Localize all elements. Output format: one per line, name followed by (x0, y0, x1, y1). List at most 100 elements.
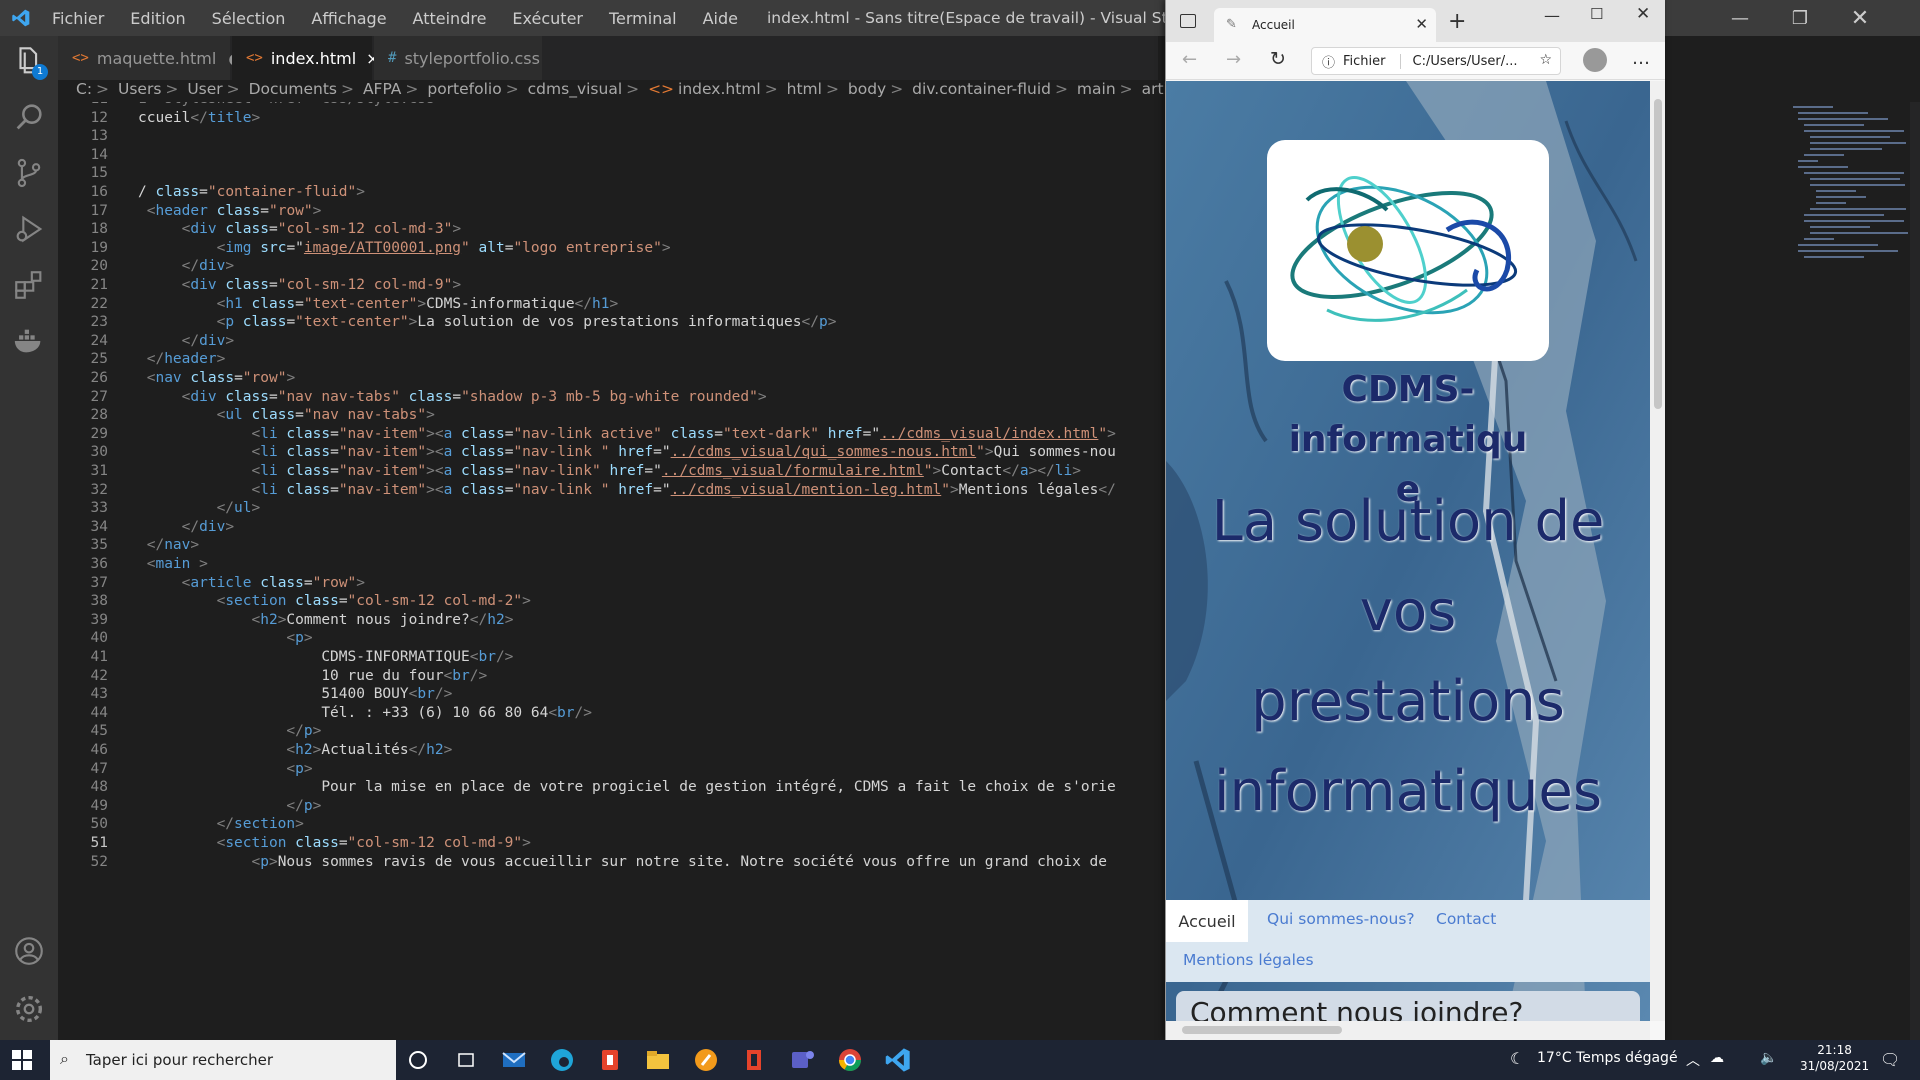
close-icon[interactable]: ✕ (1636, 4, 1650, 24)
code-line[interactable]: 30 <li class="nav-item"><a class="nav-li… (58, 443, 1158, 462)
code-line[interactable]: 37 <article class="row"> (58, 574, 1158, 593)
page-vertical-scrollbar[interactable] (1650, 81, 1665, 1021)
code-line[interactable]: 46 <h2>Actualités</h2> (58, 741, 1158, 760)
notifications-icon[interactable]: 🗨 (1880, 1050, 1900, 1069)
browser-tab-accueil[interactable]: ✎ Accueil ✕ (1214, 8, 1436, 42)
file-explorer-icon[interactable] (644, 1046, 672, 1074)
edge-browser-icon[interactable] (548, 1046, 576, 1074)
menu-aide[interactable]: Aide (703, 9, 738, 28)
editor-scrollbar[interactable] (1910, 102, 1920, 1040)
code-line[interactable]: 22 <h1 class="text-center">CDMS-informat… (58, 295, 1158, 314)
code-line[interactable]: 13 (58, 127, 1158, 146)
crumb-afpa[interactable]: AFPA (363, 80, 401, 98)
office-icon[interactable] (596, 1046, 624, 1074)
taskbar-search-box[interactable]: ⌕ Taper ici pour rechercher (50, 1040, 396, 1080)
account-icon[interactable] (12, 934, 46, 968)
clock[interactable]: 21:18 31/08/2021 (1800, 1042, 1869, 1074)
vscode-taskbar-icon[interactable] (884, 1046, 912, 1074)
nav-link-mentions-legales[interactable]: Mentions légales (1183, 951, 1314, 969)
minimap[interactable] (1790, 102, 1910, 302)
mail-icon[interactable] (500, 1046, 528, 1074)
forward-arrow-icon[interactable]: → (1226, 49, 1241, 70)
code-line[interactable]: 25 </header> (58, 350, 1158, 369)
crumb-user[interactable]: User (187, 80, 222, 98)
tab-actions-icon[interactable] (1180, 14, 1196, 28)
code-line[interactable]: 43 51400 BOUY<br/> (58, 685, 1158, 704)
weather-text[interactable]: 17°C Temps dégagé (1537, 1050, 1678, 1066)
code-line[interactable]: 16 / class="container-fluid"> (58, 183, 1158, 202)
back-arrow-icon[interactable]: ← (1182, 49, 1197, 70)
code-line[interactable]: 47 <p> (58, 760, 1158, 779)
favorites-star-icon[interactable]: ☆ (1539, 52, 1552, 68)
menu-selection[interactable]: Sélection (212, 9, 286, 28)
split-editor-icon[interactable] (1848, 48, 1868, 68)
teams-icon[interactable] (788, 1046, 816, 1074)
maximize-icon[interactable]: ☐ (1590, 5, 1603, 23)
crumb-users[interactable]: Users (118, 80, 161, 98)
code-line[interactable]: 20 </div> (58, 257, 1158, 276)
page-horizontal-scrollbar[interactable] (1166, 1021, 1650, 1040)
code-line[interactable]: 33 </ul> (58, 499, 1158, 518)
code-line[interactable]: 51 <section class="col-sm-12 col-md-9"> (58, 834, 1158, 853)
tab-maquette[interactable]: <> maquette.html ● (58, 36, 242, 80)
volume-icon[interactable]: 🔈 (1760, 1050, 1777, 1066)
search-icon[interactable] (12, 100, 46, 134)
code-line[interactable]: 17 <header class="row"> (58, 202, 1158, 221)
code-line[interactable]: 52 <p>Nous sommes ravis de vous accueill… (58, 853, 1158, 872)
network-icon[interactable]: ☁ (1710, 1050, 1724, 1066)
menu-affichage[interactable]: Affichage (311, 9, 386, 28)
code-line[interactable]: 34 </div> (58, 518, 1158, 537)
windows-start-icon[interactable] (12, 1050, 32, 1070)
settings-gear-icon[interactable] (12, 992, 46, 1026)
code-line[interactable]: 18 <div class="col-sm-12 col-md-3"> (58, 220, 1158, 239)
code-line[interactable]: 45 </p> (58, 722, 1158, 741)
menu-atteindre[interactable]: Atteindre (413, 9, 487, 28)
tab-close-icon[interactable]: ✕ (1415, 15, 1428, 33)
webpage-viewport[interactable]: CDMS-informatique La solution de vos pre… (1166, 81, 1650, 1021)
code-line[interactable]: 39 <h2>Comment nous joindre?</h2> (58, 611, 1158, 630)
refresh-icon[interactable]: ↻ (1270, 48, 1286, 70)
crumb-documents[interactable]: Documents (249, 80, 337, 98)
crumb-cdms-visual[interactable]: cdms_visual (528, 80, 622, 98)
docker-icon[interactable] (12, 324, 46, 358)
more-options-icon[interactable]: … (1632, 48, 1650, 69)
code-line[interactable]: 28 <ul class="nav nav-tabs"> (58, 406, 1158, 425)
extensions-icon[interactable] (12, 268, 46, 302)
code-line[interactable]: 41 CDMS-INFORMATIQUE<br/> (58, 648, 1158, 667)
code-line[interactable]: 26 <nav class="row"> (58, 369, 1158, 388)
minimize-icon[interactable]: — (1544, 6, 1560, 25)
code-line[interactable]: 15 (58, 164, 1158, 183)
new-tab-icon[interactable]: + (1448, 9, 1466, 34)
source-control-icon[interactable] (12, 156, 46, 190)
code-line[interactable]: 38 <section class="col-sm-12 col-md-2"> (58, 592, 1158, 611)
profile-avatar-icon[interactable] (1583, 48, 1607, 72)
crumb-main[interactable]: main (1077, 80, 1116, 98)
crumb-body[interactable]: body (848, 80, 886, 98)
menu-terminal[interactable]: Terminal (609, 9, 677, 28)
code-line[interactable]: 50 </section> (58, 815, 1158, 834)
code-line[interactable]: 29 <li class="nav-item"><a class="nav-li… (58, 425, 1158, 444)
code-line[interactable]: 21 <div class="col-sm-12 col-md-9"> (58, 276, 1158, 295)
crumb-file[interactable]: index.html (678, 80, 761, 98)
code-line[interactable]: 19 <img src="image/ATT00001.png" alt="lo… (58, 239, 1158, 258)
crumb-drive[interactable]: C: (76, 80, 92, 98)
nav-tab-accueil[interactable]: Accueil (1166, 900, 1248, 942)
url-field[interactable]: ⓘ Fichier C:/Users/User/... ☆ (1311, 47, 1561, 75)
code-line[interactable]: 40 <p> (58, 629, 1158, 648)
code-line[interactable]: 48 Pour la mise en place de votre progic… (58, 778, 1158, 797)
tab-styleportfolio[interactable]: # styleportfolio.css (374, 36, 542, 80)
code-line[interactable]: 36 <main > (58, 555, 1158, 574)
cortana-icon[interactable] (404, 1046, 432, 1074)
crumb-portefolio[interactable]: portefolio (427, 80, 501, 98)
code-line[interactable]: 35 </nav> (58, 536, 1158, 555)
scroll-thumb[interactable] (1654, 99, 1662, 409)
menu-executer[interactable]: Exécuter (512, 9, 583, 28)
run-debug-icon[interactable] (12, 212, 46, 246)
close-icon[interactable]: ✕ (1830, 0, 1890, 36)
code-line[interactable]: 49 </p> (58, 797, 1158, 816)
crumb-html[interactable]: html (787, 80, 822, 98)
nav-link-contact[interactable]: Contact (1436, 910, 1496, 928)
code-line[interactable]: 27 <div class="nav nav-tabs" class="shad… (58, 388, 1158, 407)
task-view-icon[interactable] (452, 1046, 480, 1074)
nav-link-qui-sommes-nous[interactable]: Qui sommes-nous? (1267, 910, 1415, 928)
